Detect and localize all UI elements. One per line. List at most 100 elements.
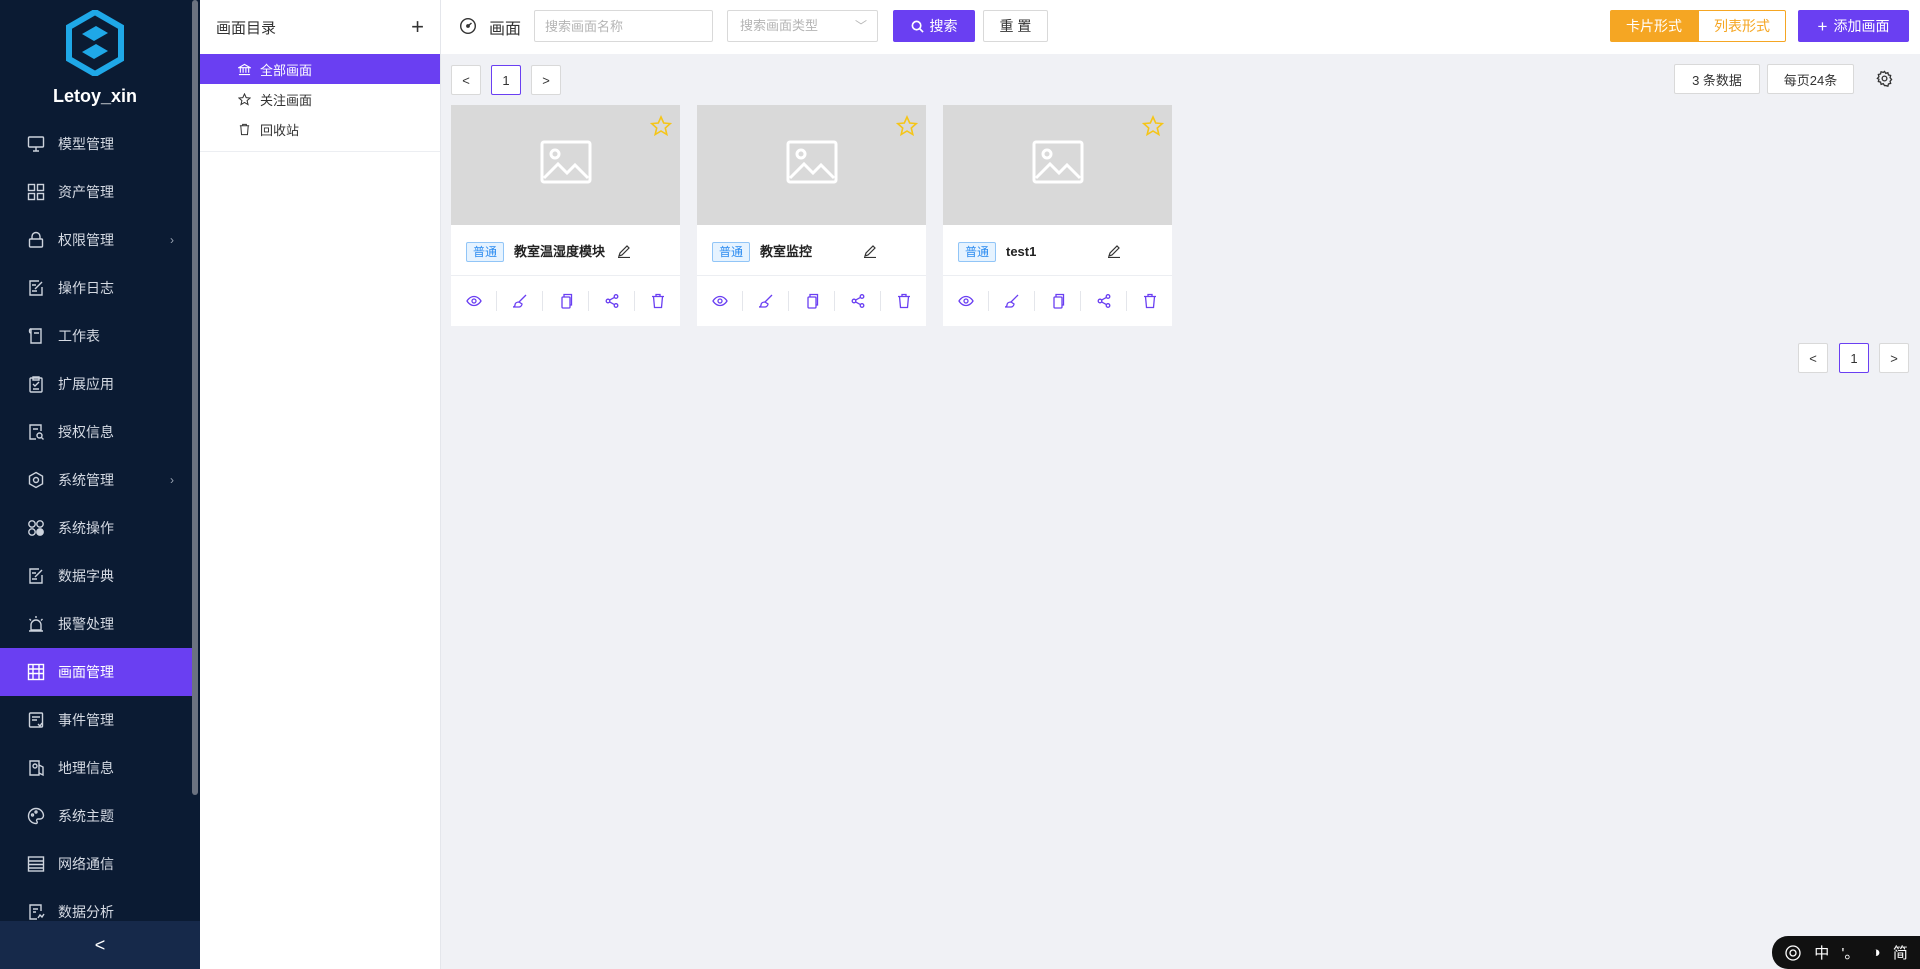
sidebar-item-label: 系统管理	[58, 472, 114, 488]
share-button[interactable]	[835, 291, 881, 311]
card-view-button[interactable]: 卡片形式	[1610, 10, 1698, 42]
preview-button[interactable]	[697, 291, 743, 311]
logo-icon	[66, 10, 124, 76]
card-actions	[451, 276, 680, 326]
design-button[interactable]	[497, 291, 543, 311]
design-button[interactable]	[743, 291, 789, 311]
prev-page-button[interactable]: <	[1798, 343, 1828, 373]
edit-pencil-icon[interactable]	[1107, 244, 1121, 258]
sidebar-item-asset[interactable]: 资产管理	[0, 168, 192, 216]
sidebar-item-alarm[interactable]: 报警处理	[0, 600, 192, 648]
page-size-button[interactable]: 每页24条	[1767, 64, 1854, 94]
screen-card[interactable]: 普通 教室监控	[697, 105, 926, 326]
trash-icon	[236, 123, 252, 136]
sidebar-item-worksheet[interactable]: 工作表	[0, 312, 192, 360]
total-count-badge: 3 条数据	[1674, 64, 1760, 94]
gear-icon	[26, 470, 46, 490]
sidebar-item-label: 系统主题	[58, 808, 114, 824]
reset-button[interactable]: 重 置	[983, 10, 1048, 42]
trash-icon	[651, 293, 664, 309]
page-number-button[interactable]: 1	[1839, 343, 1869, 373]
card-actions	[943, 276, 1172, 326]
card-thumbnail[interactable]	[451, 105, 680, 225]
preview-button[interactable]	[943, 291, 989, 311]
image-placeholder-icon	[1032, 140, 1084, 184]
page-title: 画面	[489, 21, 522, 38]
image-placeholder-icon	[786, 140, 838, 184]
list-view-button[interactable]: 列表形式	[1698, 10, 1786, 42]
screen-type-select[interactable]: 搜索画面类型 ﹀	[727, 10, 878, 42]
sidebar-item-model[interactable]: 模型管理	[0, 120, 192, 168]
edit-doc-icon	[26, 566, 46, 586]
eye-icon	[465, 295, 482, 307]
reset-button-label: 重 置	[999, 18, 1032, 34]
copy-button[interactable]	[1035, 291, 1081, 311]
preview-button[interactable]	[451, 291, 497, 311]
chevron-right-icon: ›	[170, 473, 174, 487]
sidebar-item-oplog[interactable]: 操作日志	[0, 264, 192, 312]
sidebar-item-extension[interactable]: 扩展应用	[0, 360, 192, 408]
sidebar-item-dictionary[interactable]: 数据字典	[0, 552, 192, 600]
chevron-right-icon: >	[542, 72, 550, 88]
sidebar-scrollbar[interactable]	[192, 0, 198, 795]
sidebar-item-license[interactable]: 授权信息	[0, 408, 192, 456]
card-thumbnail[interactable]	[697, 105, 926, 225]
next-page-button[interactable]: >	[531, 65, 561, 95]
card-thumbnail[interactable]	[943, 105, 1172, 225]
delete-button[interactable]	[635, 291, 680, 311]
chevron-right-icon: >	[1890, 350, 1898, 366]
add-directory-button[interactable]: +	[411, 14, 424, 40]
screen-card[interactable]: 普通 教室温湿度模块	[451, 105, 680, 326]
add-screen-label: 添加画面	[1833, 18, 1890, 34]
lock-icon	[26, 230, 46, 250]
settings-gear-icon[interactable]	[1876, 70, 1893, 90]
favorite-star-icon[interactable]	[650, 115, 672, 137]
edit-pencil-icon[interactable]	[863, 244, 877, 258]
sidebar-item-geo[interactable]: 地理信息	[0, 744, 192, 792]
sidebar-item-network[interactable]: 网络通信	[0, 840, 192, 888]
page-size-label: 每页24条	[1783, 72, 1838, 88]
sidebar-item-theme[interactable]: 系统主题	[0, 792, 192, 840]
collapse-sidebar-button[interactable]: <	[0, 921, 200, 969]
ime-toolbar[interactable]: 中 '。 ◑ 简	[1772, 936, 1920, 969]
sidebar-item-label: 权限管理	[58, 232, 114, 248]
search-name-input[interactable]	[534, 10, 713, 42]
type-tag: 普通	[466, 242, 505, 262]
directory-item-followed[interactable]: 关注画面	[200, 84, 440, 114]
sidebar-item-label: 数据分析	[58, 904, 114, 920]
sidebar-item-label: 模型管理	[58, 136, 114, 152]
directory-item-all[interactable]: 全部画面	[200, 54, 440, 84]
directory-item-recycle[interactable]: 回收站	[200, 114, 440, 144]
favorite-star-icon[interactable]	[896, 115, 918, 137]
image-placeholder-icon	[540, 140, 592, 184]
trash-icon	[1143, 293, 1156, 309]
sidebar-item-label: 数据字典	[58, 568, 114, 584]
type-tag: 普通	[712, 242, 751, 262]
sidebar-item-system[interactable]: 系统管理 ›	[0, 456, 192, 504]
design-button[interactable]	[989, 291, 1035, 311]
sidebar-item-permission[interactable]: 权限管理 ›	[0, 216, 192, 264]
brush-icon	[1004, 294, 1018, 308]
prev-page-button[interactable]: <	[451, 65, 481, 95]
apps-icon	[26, 518, 46, 538]
screen-card[interactable]: 普通 test1	[943, 105, 1172, 326]
copy-button[interactable]	[789, 291, 835, 311]
favorite-star-icon[interactable]	[1142, 115, 1164, 137]
next-page-button[interactable]: >	[1879, 343, 1909, 373]
edit-pencil-icon[interactable]	[617, 244, 631, 258]
delete-button[interactable]	[1127, 291, 1172, 311]
page-number-button[interactable]: 1	[491, 65, 521, 95]
search-button[interactable]: 搜索	[893, 10, 975, 42]
share-button[interactable]	[1081, 291, 1127, 311]
search-icon	[911, 20, 924, 33]
sidebar-item-screen[interactable]: 画面管理	[0, 648, 192, 696]
copy-button[interactable]	[543, 291, 589, 311]
divider	[200, 151, 440, 152]
directory-title: 画面目录	[216, 19, 277, 37]
add-screen-button[interactable]: + 添加画面	[1798, 10, 1909, 42]
share-button[interactable]	[589, 291, 635, 311]
sidebar-item-event[interactable]: 事件管理	[0, 696, 192, 744]
sidebar-item-label: 事件管理	[58, 712, 114, 728]
sidebar-item-sysop[interactable]: 系统操作	[0, 504, 192, 552]
delete-button[interactable]	[881, 291, 926, 311]
